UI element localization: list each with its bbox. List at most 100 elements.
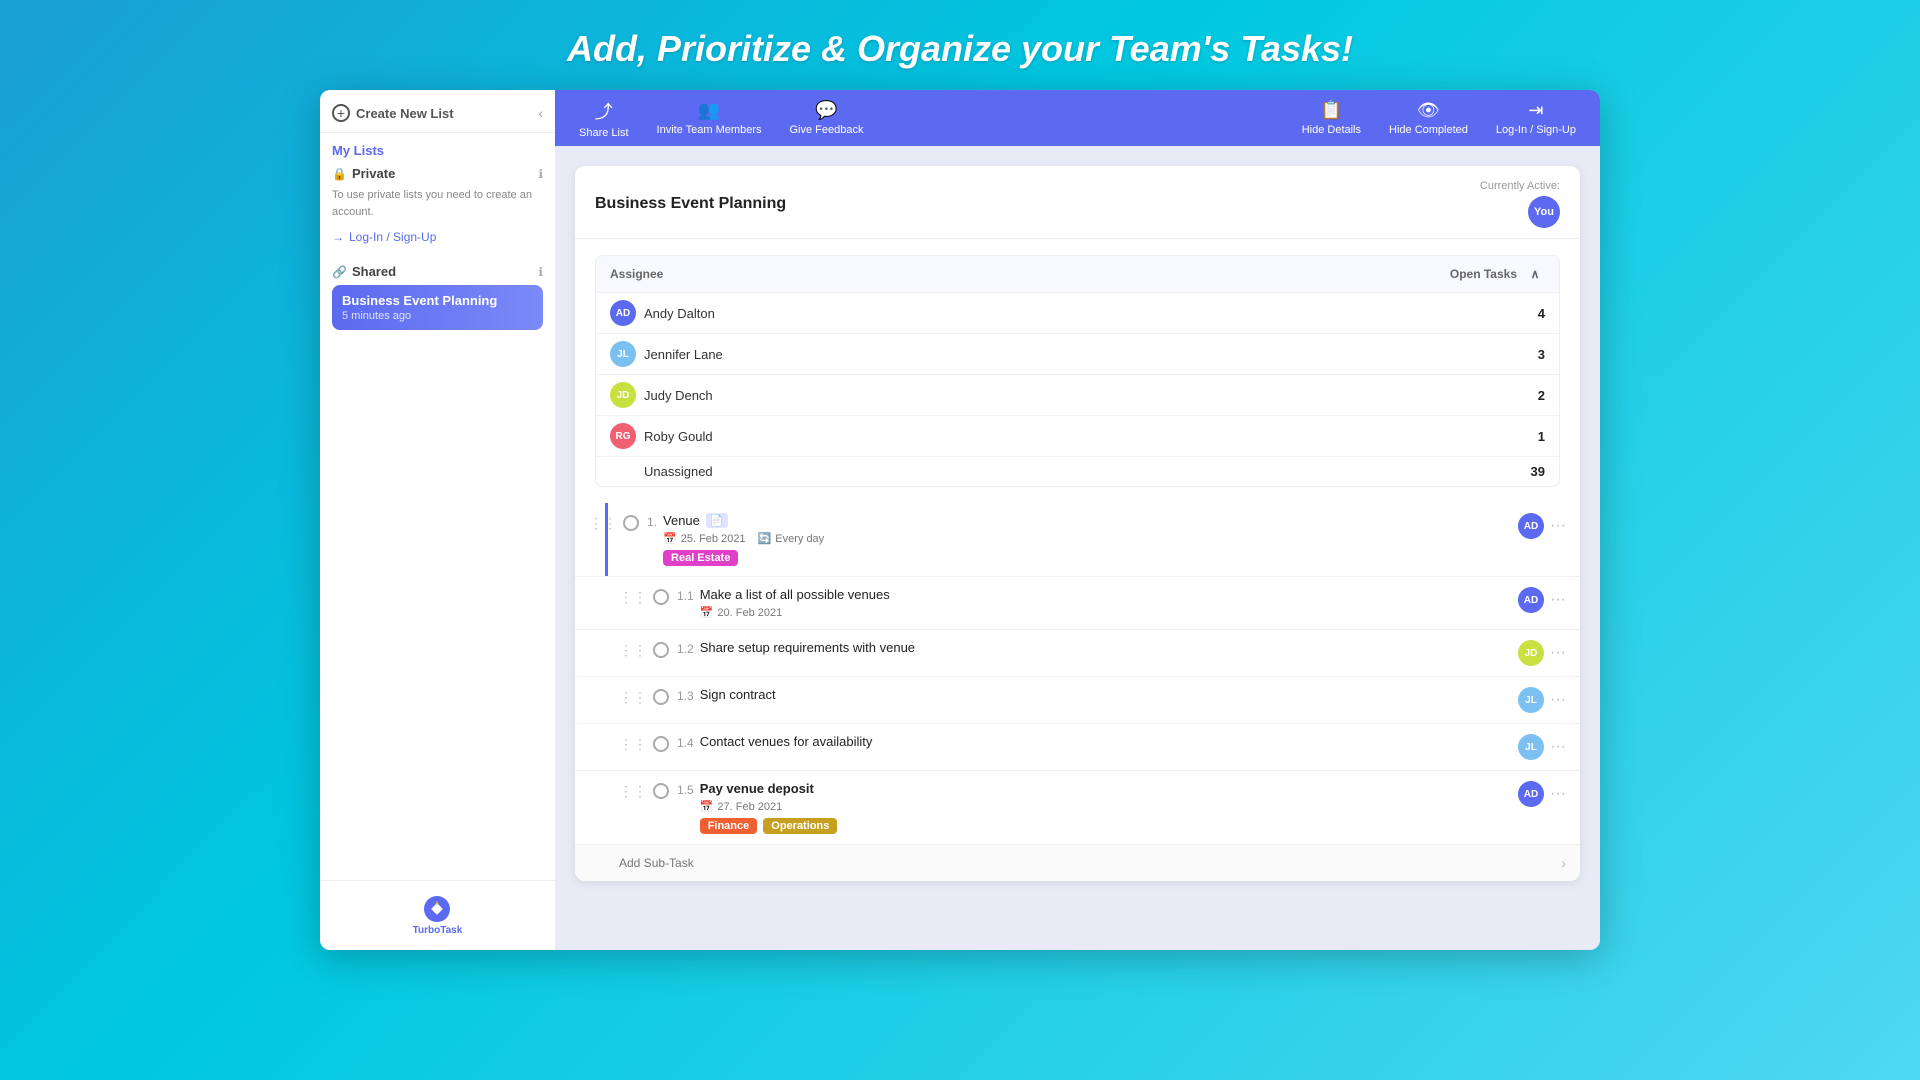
hide-details-button[interactable]: 📋 Hide Details bbox=[1302, 100, 1361, 136]
private-info-text: To use private lists you need to create … bbox=[332, 187, 543, 220]
task-doc-icon[interactable]: 📄 bbox=[706, 513, 728, 528]
hide-details-icon: 📋 bbox=[1320, 100, 1342, 121]
shared-info-icon[interactable]: ℹ bbox=[538, 265, 543, 279]
task-meta-1-1: 📅 20. Feb 2021 bbox=[700, 606, 1518, 619]
hide-completed-button[interactable]: 👁 Hide Completed bbox=[1389, 100, 1468, 136]
you-badge: You bbox=[1528, 196, 1560, 228]
private-label: Private bbox=[352, 166, 395, 181]
hide-details-label: Hide Details bbox=[1302, 124, 1361, 136]
open-tasks-andy: 4 bbox=[1538, 306, 1545, 321]
task-checkbox-1-4[interactable] bbox=[653, 736, 669, 752]
task-number-1-1: 1.1 bbox=[677, 587, 694, 603]
task-content-1-3: Sign contract bbox=[700, 687, 1518, 702]
task-content-1-2: Share setup requirements with venue bbox=[700, 640, 1518, 655]
task-right-venue: AD ··· bbox=[1518, 513, 1566, 539]
task-checkbox-1-2[interactable] bbox=[653, 642, 669, 658]
share-list-icon: ⤴ bbox=[595, 98, 613, 124]
task-date-text-venue: 25. Feb 2021 bbox=[681, 533, 746, 545]
task-assignee-1-2[interactable]: JD bbox=[1518, 640, 1544, 666]
calendar-icon-1-5: 📅 bbox=[700, 800, 714, 813]
task-assignee-1-4[interactable]: JL bbox=[1518, 734, 1544, 760]
unassigned-label: Unassigned bbox=[610, 464, 713, 479]
more-btn-venue[interactable]: ··· bbox=[1550, 517, 1566, 535]
task-title-1-5: Pay venue deposit bbox=[700, 781, 1518, 796]
turbotask-logo-icon bbox=[423, 895, 451, 923]
task-content-1-1: Make a list of all possible venues 📅 20.… bbox=[700, 587, 1518, 619]
task-number-1-2: 1.2 bbox=[677, 640, 694, 656]
sidebar-content: My Lists 🔒 Private ℹ To use private list… bbox=[320, 133, 555, 880]
drag-handle-1-2[interactable]: ⋮⋮ bbox=[619, 640, 647, 659]
currently-active-label: Currently Active: bbox=[1480, 180, 1560, 192]
tag-finance[interactable]: Finance bbox=[700, 818, 758, 834]
more-btn-1-5[interactable]: ··· bbox=[1550, 785, 1566, 803]
create-new-list-label: Create New List bbox=[356, 106, 454, 121]
share-list-button[interactable]: ⤴ Share List bbox=[579, 98, 629, 139]
give-feedback-label: Give Feedback bbox=[789, 124, 863, 136]
assignee-row: JL Jennifer Lane 3 bbox=[596, 334, 1559, 375]
active-list-time: 5 minutes ago bbox=[342, 310, 533, 322]
task-title-1-1: Make a list of all possible venues bbox=[700, 587, 1518, 602]
task-checkbox-venue[interactable] bbox=[623, 515, 639, 531]
task-list: ⋮⋮ 1. Venue 📄 📅 2 bbox=[575, 503, 1580, 881]
task-assignee-1-5[interactable]: AD bbox=[1518, 781, 1544, 807]
task-meta-1-5: 📅 27. Feb 2021 bbox=[700, 800, 1518, 813]
task-checkbox-1-1[interactable] bbox=[653, 589, 669, 605]
login-link[interactable]: → Log-In / Sign-Up bbox=[332, 230, 543, 244]
task-checkbox-1-3[interactable] bbox=[653, 689, 669, 705]
give-feedback-button[interactable]: 💬 Give Feedback bbox=[789, 100, 863, 136]
share-icon: 🔗 bbox=[332, 265, 347, 279]
more-btn-1-3[interactable]: ··· bbox=[1550, 691, 1566, 709]
task-date-1-5: 📅 27. Feb 2021 bbox=[700, 800, 783, 813]
task-assignee-venue[interactable]: AD bbox=[1518, 513, 1544, 539]
unassigned-row: Unassigned 39 bbox=[596, 457, 1559, 486]
page-heading: Add, Prioritize & Organize your Team's T… bbox=[0, 0, 1920, 90]
task-content-1-5: Pay venue deposit 📅 27. Feb 2021 Finance bbox=[700, 781, 1518, 834]
create-new-list-button[interactable]: + Create New List bbox=[332, 104, 454, 122]
assignee-col-header: Assignee bbox=[610, 267, 663, 281]
private-info-icon[interactable]: ℹ bbox=[538, 167, 543, 181]
currently-active: Currently Active: You bbox=[1480, 180, 1560, 228]
drag-handle-1-1[interactable]: ⋮⋮ bbox=[619, 587, 647, 606]
active-list-item[interactable]: Business Event Planning 5 minutes ago bbox=[332, 285, 543, 330]
avatar-andy: AD bbox=[610, 300, 636, 326]
hide-completed-label: Hide Completed bbox=[1389, 124, 1468, 136]
task-title-1-4: Contact venues for availability bbox=[700, 734, 1518, 749]
assignee-table: Assignee Open Tasks ∧ AD Andy Dalton 4 bbox=[595, 255, 1560, 487]
more-btn-1-2[interactable]: ··· bbox=[1550, 644, 1566, 662]
more-btn-1-1[interactable]: ··· bbox=[1550, 591, 1566, 609]
sidebar-collapse-icon[interactable]: ‹ bbox=[538, 105, 543, 121]
more-btn-1-4[interactable]: ··· bbox=[1550, 738, 1566, 756]
app-container: + Create New List ‹ My Lists 🔒 Private ℹ… bbox=[320, 90, 1600, 950]
assignee-name-andy: Andy Dalton bbox=[644, 306, 715, 321]
task-number-venue: 1. bbox=[647, 513, 657, 529]
task-right-1-4: JL ··· bbox=[1518, 734, 1566, 760]
task-checkbox-1-5[interactable] bbox=[653, 783, 669, 799]
assignee-table-header: Assignee Open Tasks ∧ bbox=[596, 256, 1559, 293]
drag-handle-1-5[interactable]: ⋮⋮ bbox=[619, 781, 647, 800]
invite-team-button[interactable]: 👥 Invite Team Members bbox=[657, 100, 762, 136]
add-subtask-input[interactable] bbox=[619, 856, 1561, 870]
login-button[interactable]: ⇥ Log-In / Sign-Up bbox=[1496, 100, 1576, 136]
drag-handle-venue[interactable]: ⋮⋮ bbox=[589, 513, 617, 532]
shared-section: 🔗 Shared ℹ Business Event Planning 5 min… bbox=[332, 264, 543, 330]
assignee-table-collapse-btn[interactable]: ∧ bbox=[1525, 264, 1545, 284]
tag-realestate[interactable]: Real Estate bbox=[663, 550, 738, 566]
login-arrow-icon: → bbox=[332, 230, 344, 244]
task-content-venue: Venue 📄 📅 25. Feb 2021 🔄 Eve bbox=[663, 513, 1518, 566]
task-right-1-2: JD ··· bbox=[1518, 640, 1566, 666]
task-right-1-3: JL ··· bbox=[1518, 687, 1566, 713]
task-assignee-1-1[interactable]: AD bbox=[1518, 587, 1544, 613]
add-subtask-arrow-icon: › bbox=[1561, 855, 1566, 871]
task-number-1-5: 1.5 bbox=[677, 781, 694, 797]
tag-operations[interactable]: Operations bbox=[763, 818, 837, 834]
calendar-icon: 📅 bbox=[663, 532, 677, 545]
task-tags-1-5: Finance Operations bbox=[700, 818, 1518, 834]
share-list-label: Share List bbox=[579, 127, 629, 139]
drag-handle-1-4[interactable]: ⋮⋮ bbox=[619, 734, 647, 753]
task-assignee-1-3[interactable]: JL bbox=[1518, 687, 1544, 713]
drag-handle-1-3[interactable]: ⋮⋮ bbox=[619, 687, 647, 706]
turbotask-logo-text: TurboTask bbox=[413, 925, 463, 936]
task-row-1-2: ⋮⋮ 1.2 Share setup requirements with ven… bbox=[575, 630, 1580, 677]
card-header: Business Event Planning Currently Active… bbox=[575, 166, 1580, 239]
shared-label: Shared bbox=[352, 264, 396, 279]
